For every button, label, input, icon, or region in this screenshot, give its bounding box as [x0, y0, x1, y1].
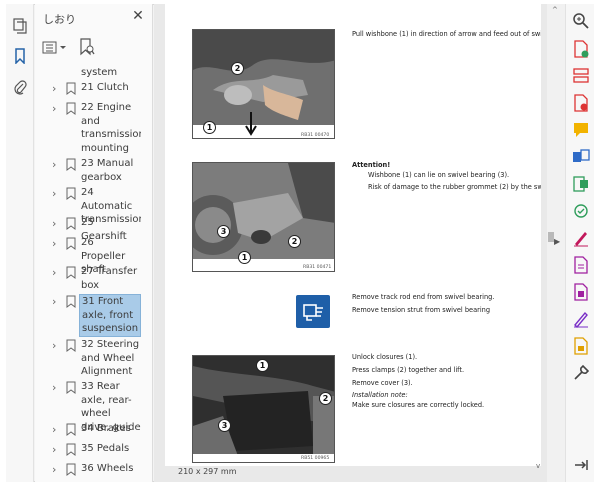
bookmark-label: 23 Manual gearbox	[81, 158, 134, 183]
organize-pages-icon[interactable]	[572, 67, 590, 85]
bookmark-label: 22 Engine and transmission mounting	[81, 102, 141, 154]
bookmark-icon	[66, 158, 76, 171]
chevron-right-icon[interactable]: ›	[52, 158, 62, 171]
bookmark-icon	[66, 266, 76, 279]
figure-code: RB51 00965	[301, 456, 330, 461]
tools-rail	[565, 4, 594, 482]
bookmarks-panel: しおり ✕ system › 21 Clutch › 22 Engine and…	[35, 4, 183, 482]
bookmark-list: system › 21 Clutch › 22 Engine and trans…	[35, 64, 141, 478]
chevron-right-icon[interactable]: ›	[52, 187, 62, 200]
callout-1: 1	[238, 251, 251, 264]
pdf-page: 2 1 RB31 00470 Pull wishbone (1) in dire…	[165, 4, 541, 466]
scroll-up-icon[interactable]: ^	[552, 6, 558, 14]
bookmark-icon	[66, 217, 76, 230]
chevron-right-icon[interactable]: ›	[52, 295, 62, 308]
bookmark-icon	[66, 423, 76, 436]
step-text: Pull wishbone (1) in direction of arrow …	[352, 30, 541, 38]
export-pdf-icon[interactable]	[572, 94, 590, 112]
chevron-right-icon[interactable]: ›	[52, 82, 62, 95]
expand-panel-icon[interactable]: ▶	[554, 237, 560, 246]
bookmark-icon	[66, 102, 76, 115]
bookmark-icon[interactable]	[10, 46, 30, 66]
bookmark-label: system	[81, 67, 118, 78]
vertical-scrollbar[interactable]: ^ ▶	[547, 4, 565, 482]
info-note-icon	[296, 295, 330, 328]
bookmark-label: 31 Front axle, front suspension	[79, 294, 141, 337]
step-text: Remove cover (3).	[352, 379, 413, 387]
bookmark-icon	[66, 187, 76, 200]
figure-swivel-bearing: 3 2 1 RB31 00471	[192, 162, 335, 272]
edit-pdf-icon[interactable]	[572, 175, 590, 193]
list-options-icon[interactable]	[42, 39, 70, 57]
callout-2: 2	[319, 392, 332, 405]
step-text: Remove tension strut from swivel bearing	[352, 306, 491, 314]
pages-icon[interactable]	[10, 16, 30, 36]
bookmark-icon	[66, 339, 76, 352]
bookmark-label: 27 Transfer box	[81, 266, 138, 291]
callout-3: 3	[218, 419, 231, 432]
bookmark-icon	[66, 463, 76, 476]
sign-icon[interactable]	[572, 310, 590, 329]
figure-code: RB31 00470	[301, 133, 330, 138]
chevron-right-icon[interactable]: ›	[52, 217, 62, 230]
tools-icon[interactable]	[572, 364, 590, 382]
zoom-icon[interactable]	[572, 12, 590, 30]
callout-2: 2	[288, 235, 301, 248]
step-text: Risk of damage to the rubber grommet (2)…	[368, 183, 541, 191]
left-rail	[6, 4, 34, 482]
comment-icon[interactable]	[572, 121, 590, 139]
bookmark-label: 32 Steering and Wheel Alignment	[81, 339, 140, 377]
panel-title: しおり	[43, 13, 76, 26]
page-size-label: 210 x 297 mm	[178, 467, 237, 476]
bookmark-icon	[66, 82, 76, 95]
callout-3: 3	[217, 225, 230, 238]
chevron-right-icon[interactable]: ›	[52, 237, 62, 250]
chevron-right-icon[interactable]: ›	[52, 423, 62, 436]
create-pdf-icon[interactable]	[572, 40, 590, 58]
chevron-right-icon[interactable]: ›	[52, 102, 62, 115]
figure-code: RB31 00471	[303, 265, 332, 270]
attachment-icon[interactable]	[10, 77, 30, 97]
fill-sign-icon[interactable]	[572, 229, 590, 247]
document-viewer: 2 1 RB31 00470 Pull wishbone (1) in dire…	[154, 4, 547, 482]
chevron-right-icon[interactable]: ›	[52, 339, 62, 352]
scan-icon[interactable]	[572, 202, 590, 220]
bookmark-icon	[66, 295, 76, 308]
figure-engine-cover: 1 2 3 RB51 00965	[192, 355, 335, 463]
pdf-doc-icon[interactable]	[572, 256, 590, 274]
combine-icon[interactable]	[572, 148, 590, 166]
step-text: Unlock closures (1).	[352, 353, 418, 361]
callout-2: 2	[231, 62, 244, 75]
bookmark-label: 34 Brakes	[81, 423, 131, 434]
protect-icon[interactable]	[572, 337, 590, 355]
figure-wishbone: 2 1 RB31 00470	[192, 29, 335, 139]
step-text: Remove track rod end from swivel bearing…	[352, 293, 495, 301]
bookmark-search-icon[interactable]	[79, 38, 97, 56]
bookmark-icon	[66, 443, 76, 456]
chevron-right-icon[interactable]: ›	[52, 443, 62, 456]
bookmark-icon	[66, 237, 76, 250]
step-text: Press clamps (2) together and lift.	[352, 366, 465, 374]
callout-1: 1	[256, 359, 269, 372]
step-text: Wishbone (1) can lie on swivel bearing (…	[368, 171, 510, 179]
collapse-icon[interactable]	[572, 456, 590, 474]
compress-icon[interactable]	[572, 283, 590, 301]
callout-1: 1	[203, 121, 216, 134]
chevron-right-icon[interactable]: ›	[52, 463, 62, 476]
chevron-right-icon[interactable]: ›	[52, 266, 62, 279]
bookmark-icon	[66, 381, 76, 394]
bookmark-label: 36 Wheels	[81, 463, 134, 474]
bookmark-label: 21 Clutch	[81, 82, 129, 93]
close-icon[interactable]: ✕	[131, 9, 145, 23]
chevron-right-icon[interactable]: ›	[52, 381, 62, 394]
scroll-down-icon[interactable]: v	[536, 462, 540, 470]
bookmark-label: 35 Pedals	[81, 443, 130, 454]
note-text: Make sure closures are correctly locked.	[352, 401, 485, 409]
